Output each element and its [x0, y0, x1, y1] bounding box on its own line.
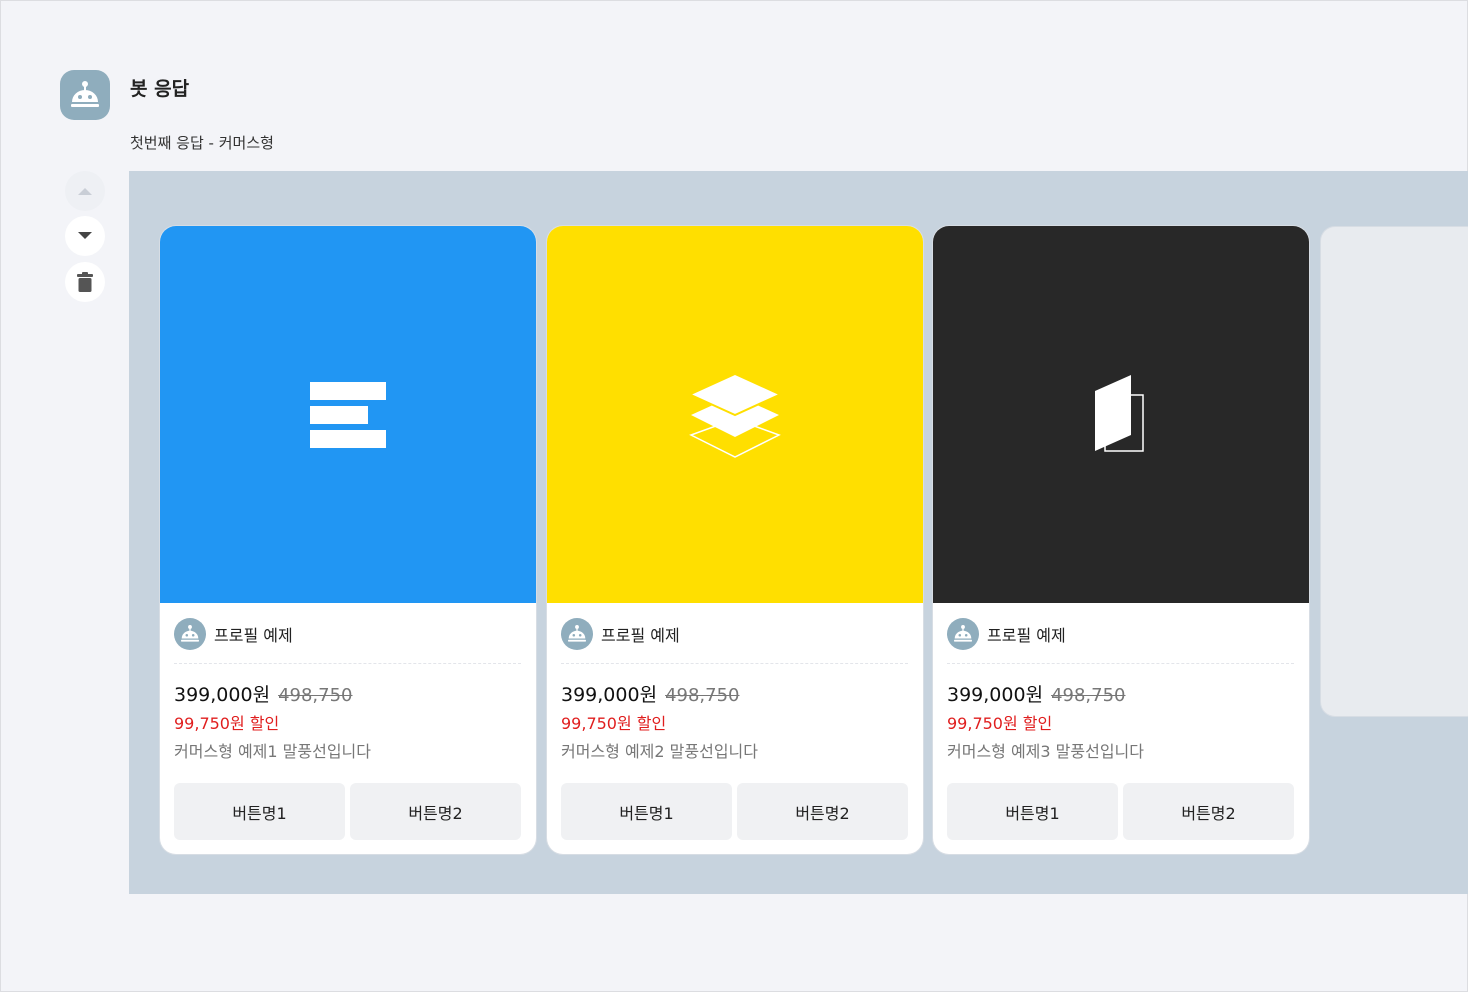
product-card-3: 프로필 예제 399,000원 498,750 99,750원 할인 커머스형 예…	[933, 226, 1309, 854]
card-image[interactable]	[160, 226, 536, 603]
profile-avatar	[174, 618, 206, 650]
price-row: 399,000원 498,750	[561, 680, 740, 707]
profile-name: 프로필 예제	[214, 626, 293, 645]
robot-icon	[181, 625, 199, 642]
original-price: 498,750	[278, 685, 353, 706]
trash-icon	[77, 272, 93, 292]
price-row: 399,000원 498,750	[174, 680, 353, 707]
product-card-2: 프로필 예제 399,000원 498,750 99,750원 할인 커머스형 예…	[547, 226, 923, 854]
price-row: 399,000원 498,750	[947, 680, 1126, 707]
card-button-1[interactable]: 버튼명1	[947, 783, 1118, 840]
divider	[174, 663, 521, 664]
sale-price: 399,000원	[174, 684, 271, 706]
move-down-button[interactable]	[65, 216, 105, 256]
discount-amount: 99,750원 할인	[561, 714, 667, 733]
response-title: 첫번째 응답 - 커머스형	[130, 134, 274, 152]
bot-avatar	[60, 70, 110, 120]
folded-page-icon	[1095, 374, 1144, 452]
caret-down-icon	[78, 232, 92, 239]
sale-price: 399,000원	[947, 684, 1044, 706]
discount-amount: 99,750원 할인	[947, 714, 1053, 733]
original-price: 498,750	[1051, 685, 1126, 706]
layers-icon	[689, 374, 781, 458]
sale-price: 399,000원	[561, 684, 658, 706]
divider	[561, 663, 908, 664]
bot-name: 봇 응답	[130, 78, 190, 100]
profile-name: 프로필 예제	[601, 626, 680, 645]
card-description: 커머스형 예제1 말풍선입니다	[174, 742, 371, 761]
robot-icon	[71, 81, 99, 107]
card-button-2[interactable]: 버튼명2	[737, 783, 908, 840]
divider	[947, 663, 1294, 664]
profile-row: 프로필 예제	[174, 618, 293, 650]
stacked-bars-icon	[310, 381, 386, 448]
robot-icon	[568, 625, 586, 642]
profile-avatar	[947, 618, 979, 650]
card-button-2[interactable]: 버튼명2	[350, 783, 521, 840]
card-button-1[interactable]: 버튼명1	[561, 783, 732, 840]
robot-icon	[954, 625, 972, 642]
original-price: 498,750	[665, 685, 740, 706]
card-description: 커머스형 예제3 말풍선입니다	[947, 742, 1144, 761]
card-description: 커머스형 예제2 말풍선입니다	[561, 742, 758, 761]
card-button-2[interactable]: 버튼명2	[1123, 783, 1294, 840]
card-image[interactable]	[933, 226, 1309, 603]
discount-amount: 99,750원 할인	[174, 714, 280, 733]
profile-avatar	[561, 618, 593, 650]
profile-row: 프로필 예제	[947, 618, 1066, 650]
next-card-peek[interactable]	[1321, 227, 1468, 716]
caret-up-icon	[78, 188, 92, 195]
card-image[interactable]	[547, 226, 923, 603]
profile-name: 프로필 예제	[987, 626, 1066, 645]
product-card-1: 프로필 예제 399,000원 498,750 99,750원 할인 커머스형 예…	[160, 226, 536, 854]
move-up-button[interactable]	[65, 171, 105, 211]
card-button-1[interactable]: 버튼명1	[174, 783, 345, 840]
delete-button[interactable]	[65, 262, 105, 302]
profile-row: 프로필 예제	[561, 618, 680, 650]
